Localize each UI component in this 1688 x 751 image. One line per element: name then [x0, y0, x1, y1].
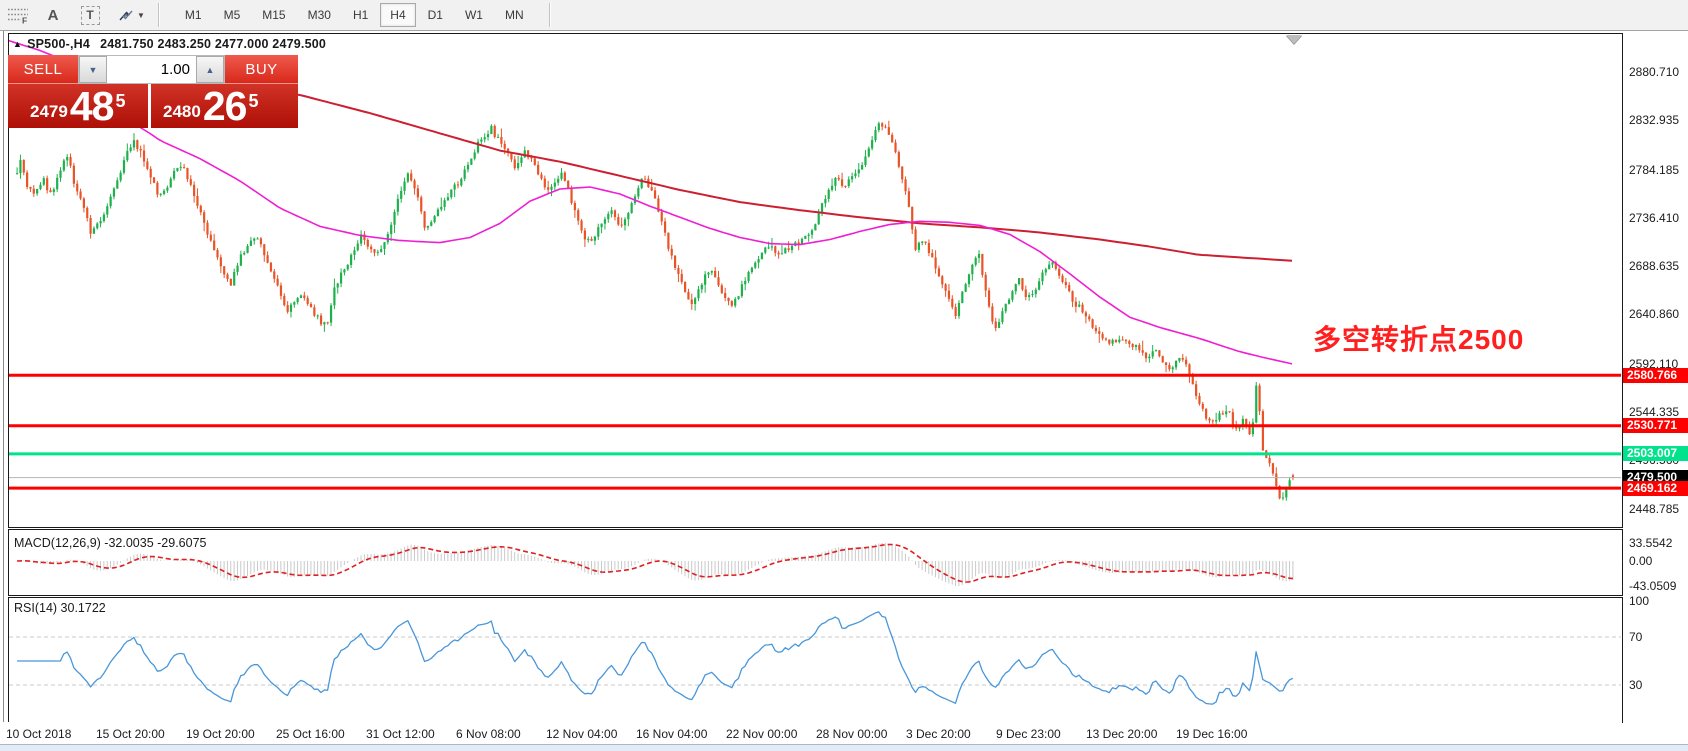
sell-price-main: 2479 [30, 102, 68, 121]
tab-timeframe-w1[interactable]: W1 [455, 3, 493, 27]
toolbar-separator [157, 3, 160, 27]
time-axis-label: 28 Nov 00:00 [816, 727, 888, 741]
tab-timeframe-mn[interactable]: MN [495, 3, 534, 27]
time-axis-label: 16 Nov 04:00 [636, 727, 708, 741]
time-axis-label: 22 Nov 00:00 [726, 727, 798, 741]
tab-timeframe-m1[interactable]: M1 [175, 3, 212, 27]
tab-timeframe-h1[interactable]: H1 [343, 3, 378, 27]
price-axis[interactable]: 2880.710 2832.935 2784.185 2736.410 2688.635… [1623, 31, 1688, 744]
price-axis-tick: 2832.935 [1629, 113, 1680, 128]
f-glyph: F [22, 15, 27, 24]
arrows-glyph [119, 10, 133, 21]
time-axis-label: 6 Nov 08:00 [456, 727, 521, 741]
buy-price-big: 26 [202, 83, 248, 129]
rsi-axis-tick: 30 [1629, 678, 1643, 692]
time-axis-label: 12 Nov 04:00 [546, 727, 618, 741]
one-click-trading-panel: SELL ▼ ▲ BUY 2479485 2480265 [8, 55, 298, 128]
time-axis-label: 10 Oct 2018 [6, 727, 72, 741]
sell-button[interactable]: SELL [8, 55, 78, 84]
spinner-up-icon: ▲ [205, 64, 215, 75]
chart-shift-marker[interactable] [1286, 35, 1302, 44]
sell-price-sup: 5 [115, 91, 126, 111]
volume-decrease-button[interactable]: ▼ [79, 56, 107, 83]
macd-axis-tick: 0.00 [1629, 554, 1653, 568]
level-badge-2469.162: 2469.162 [1623, 480, 1688, 496]
time-axis-label: 19 Oct 20:00 [186, 727, 255, 741]
tab-timeframe-m15[interactable]: M15 [252, 3, 295, 27]
macd-indicator-label: MACD(12,26,9) -32.0035 -29.6075 [14, 536, 207, 550]
time-axis-label: 19 Dec 16:00 [1176, 727, 1248, 741]
spinner-down-icon: ▼ [88, 64, 98, 75]
letter-t-glyph: T [80, 5, 100, 25]
time-axis-label: 25 Oct 16:00 [276, 727, 345, 741]
price-axis-tick: 2688.635 [1629, 259, 1680, 274]
rsi-indicator-label: RSI(14) 30.1722 [14, 601, 106, 615]
time-axis-label: 15 Oct 20:00 [96, 727, 165, 741]
buy-price-display[interactable]: 2480 26 5 [151, 84, 298, 128]
macd-axis-tick: 33.5542 [1629, 536, 1673, 550]
time-axis[interactable]: 10 Oct 2018 15 Oct 20:00 19 Oct 20:00 25 Oc… [0, 722, 1622, 744]
timeframe-toolbar: M1 M5 M15 M30 H1 H4 D1 W1 MN [174, 3, 535, 27]
volume-input[interactable] [107, 56, 196, 83]
tab-timeframe-h4[interactable]: H4 [380, 3, 416, 27]
tab-timeframe-m5[interactable]: M5 [214, 3, 251, 27]
sell-price-display[interactable]: 2479 48 5 [8, 84, 148, 128]
price-axis-tick: 2784.185 [1629, 162, 1680, 177]
time-axis-label: 31 Oct 12:00 [366, 727, 435, 741]
time-axis-label: 3 Dec 20:00 [906, 727, 971, 741]
text-label-icon[interactable]: A [41, 3, 65, 27]
toolbar-separator [548, 3, 551, 27]
ohlc-quote-label: 2481.750 2483.250 2477.000 2479.500 [100, 37, 327, 51]
symbol-marker-icon: ▲ [13, 39, 23, 49]
zorder-arrows-icon[interactable]: ▼ [117, 3, 145, 27]
letter-a-glyph: A [47, 6, 59, 24]
chart-symbol-label: SP500-,H4 [27, 37, 91, 51]
level-badge-2530.771: 2530.771 [1623, 418, 1688, 434]
mt4-window: { "toolbar": { "icon_f": "F", "icon_a": … [0, 0, 1688, 751]
rsi-axis-tick: 100 [1629, 594, 1650, 608]
buy-price-sup: 5 [248, 91, 259, 111]
time-axis-label: 13 Dec 20:00 [1086, 727, 1158, 741]
tab-timeframe-m30[interactable]: M30 [298, 3, 341, 27]
chart-title-row: ▲ SP500-,H4 2481.750 2483.250 2477.000 2… [13, 37, 326, 51]
level-badge-2580.766: 2580.766 [1623, 367, 1688, 383]
text-box-icon[interactable]: T [78, 3, 102, 27]
buy-price-main: 2480 [163, 102, 201, 121]
top-toolbar: F A T ▼ M1 M5 M15 M30 H1 H4 D1 W1 MN [0, 0, 1688, 31]
volume-increase-button[interactable]: ▲ [196, 56, 224, 83]
tab-timeframe-d1[interactable]: D1 [418, 3, 453, 27]
chevron-down-icon: ▼ [137, 10, 145, 20]
time-axis-label: 9 Dec 23:00 [996, 727, 1061, 741]
macd-axis-tick: -43.0509 [1629, 579, 1677, 593]
price-axis-tick: 2448.785 [1629, 501, 1680, 516]
window-left-border [3, 31, 4, 744]
volume-spinner: ▼ ▲ [78, 55, 225, 84]
price-axis-tick: 2736.410 [1629, 210, 1680, 225]
chart-annotation-text: 多空转折点2500 [1313, 324, 1525, 355]
rsi-axis-tick: 70 [1629, 630, 1643, 644]
indicator-list-icon[interactable]: F [6, 3, 30, 27]
price-axis-tick: 2640.860 [1629, 307, 1680, 322]
level-badge-2503.007: 2503.007 [1623, 446, 1688, 462]
price-axis-tick: 2880.710 [1629, 65, 1680, 79]
sell-price-big: 48 [69, 83, 115, 129]
price-axis-tick: 2544.335 [1629, 405, 1680, 420]
buy-button[interactable]: BUY [225, 55, 298, 84]
